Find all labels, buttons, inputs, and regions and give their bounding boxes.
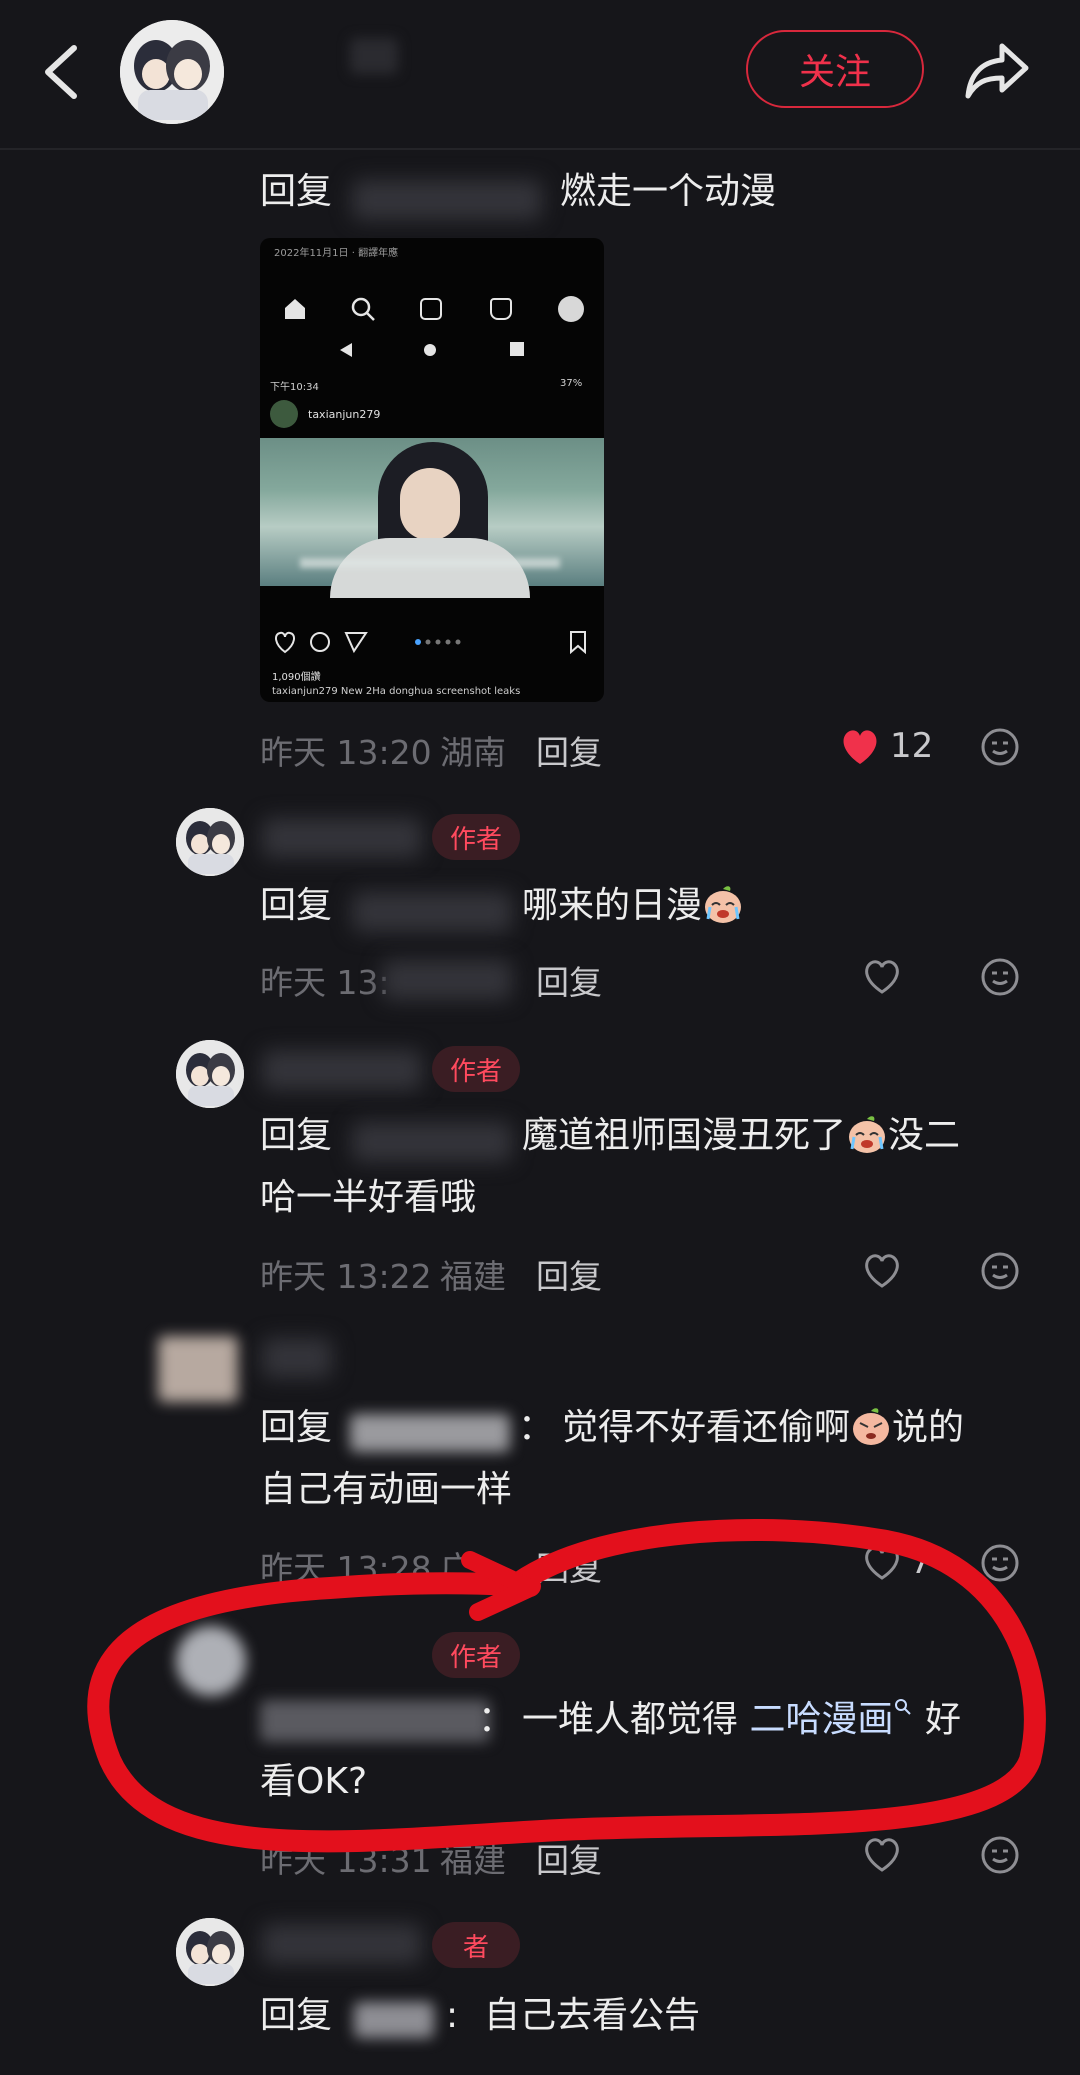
home-icon [285, 299, 305, 319]
heart-outline-icon[interactable] [860, 1542, 904, 1582]
comment-4-like-count: 7 [910, 1542, 932, 1582]
profile-mini-icon [558, 296, 584, 322]
comment-2-text: 哪来的日漫 [522, 882, 744, 930]
comment-5-location: 福建 [440, 1841, 506, 1880]
comment-5-author-badge: 作者 [432, 1632, 520, 1678]
comment-4-text-line1: 觉得不好看还偷啊 说的 [562, 1407, 965, 1448]
image-heart-icon [275, 631, 295, 654]
image-status-time: 下午10:34 [270, 382, 319, 393]
image-status-right: 37% [560, 378, 583, 389]
comment-3-mention-blurred [352, 1122, 512, 1162]
comment-3-username-blurred [262, 1050, 422, 1090]
comment-1-time: 昨天 13:20 [260, 733, 432, 772]
comment-4-username-blurred [262, 1338, 332, 1378]
profile-avatar[interactable] [120, 20, 224, 124]
comment-4-location: 广 [440, 1549, 473, 1588]
angry-peach-emoji-icon [853, 1408, 890, 1445]
image-comment-icon [310, 632, 330, 652]
heart-outline-icon[interactable] [860, 1834, 904, 1874]
search-icon [351, 297, 375, 321]
comment-1-reply-button[interactable]: 回复 [536, 726, 602, 774]
comment-4-reply-prefix: 回复 [260, 1407, 333, 1448]
avatar-art [120, 20, 224, 124]
comment-2-time: 昨天 13: [260, 963, 390, 1002]
heart-filled-icon[interactable] [838, 726, 882, 766]
comment-2-reply-prefix: 回复 [260, 885, 333, 926]
emoji-icon[interactable] [980, 727, 1020, 767]
comment-6-reply-prefix: 回复 [260, 1995, 333, 2036]
image-username: taxianjun279 [308, 408, 381, 421]
image-carousel-dots [415, 639, 461, 645]
comment-6-text: 自己去看公告 [484, 1995, 701, 2036]
crying-emoji-icon [849, 1116, 886, 1153]
image-date-caption: 2022年11月1日 · 翻譯年應 [274, 248, 399, 259]
comment-2-username-blurred [262, 818, 422, 858]
nav-home-dot-icon [424, 344, 436, 356]
crying-emoji-icon [705, 886, 742, 923]
comment-6-avatar[interactable] [176, 1918, 244, 1986]
comment-4-avatar-blurred[interactable] [158, 1336, 238, 1402]
image-bookmark-icon [570, 631, 586, 654]
comment-3-text-line1: 魔道祖师国漫丑死了 没二 [522, 1115, 961, 1156]
comment-4-colon: ： [518, 1407, 555, 1448]
image-caption: taxianjun279 New 2Ha donghua screenshot … [272, 686, 521, 697]
image-like-count: 1,090個讚 [272, 672, 321, 683]
back-arrow-icon[interactable] [36, 40, 86, 104]
comment-5-text-line1: 一堆人都觉得 二哈漫画 好 [522, 1697, 961, 1740]
comment-6-mention-blurred [354, 2002, 434, 2038]
emoji-icon[interactable] [980, 1543, 1020, 1583]
heart-outline-icon[interactable] [860, 1250, 904, 1290]
add-post-icon [420, 298, 442, 320]
comic-link[interactable]: 二哈漫画 [749, 1699, 893, 1740]
comment-1-location: 湖南 [440, 733, 506, 772]
comment-6-author-badge: 者 [432, 1922, 520, 1968]
nav-recent-icon [510, 342, 524, 356]
comment-3-text-line2: 哈一半好看哦 [260, 1177, 477, 1218]
comment-6-colon: : [446, 1995, 459, 2036]
comment-5-avatar-blurred[interactable] [176, 1626, 246, 1696]
comment-3-location: 福建 [440, 1257, 506, 1296]
comment-1-like-count: 12 [890, 726, 934, 766]
emoji-icon[interactable] [980, 1251, 1020, 1291]
share-icon[interactable] [962, 38, 1032, 102]
search-icon[interactable] [893, 1697, 913, 1717]
comment-1-mention-blurred [352, 180, 542, 220]
comment-4-mention-blurred [350, 1414, 510, 1452]
comment-2-reply-button[interactable]: 回复 [536, 956, 602, 1004]
comment-5-text-line2: 看OK? [260, 1761, 368, 1802]
comment-5-mention-blurred [260, 1700, 490, 1742]
comment-5-colon: ： [478, 1699, 515, 1740]
comment-2-mention-blurred [352, 892, 512, 932]
comment-3-time: 昨天 13:22 [260, 1257, 432, 1296]
comment-1-text: 燃走一个动漫 [560, 171, 777, 212]
top-bar: 关注 [0, 0, 1080, 150]
image-user-avatar [270, 400, 298, 428]
comment-5-time: 昨天 13:31 [260, 1841, 432, 1880]
profile-name-blurred [350, 38, 398, 74]
comment-3-avatar[interactable] [176, 1040, 244, 1108]
follow-button[interactable]: 关注 [746, 30, 924, 108]
comment-2-avatar[interactable] [176, 808, 244, 876]
comment-1-image[interactable]: 2022年11月1日 · 翻譯年應 下午10:34 37% taxianjun2… [260, 238, 604, 702]
heart-outline-icon[interactable] [860, 956, 904, 996]
image-send-icon [344, 632, 368, 654]
comment-6-username-blurred [262, 1924, 422, 1964]
emoji-icon[interactable] [980, 957, 1020, 997]
image-anime-still [260, 438, 604, 598]
comment-2-author-badge: 作者 [432, 814, 520, 860]
comment-3-reply-button[interactable]: 回复 [536, 1250, 602, 1298]
comment-5-reply-button[interactable]: 回复 [536, 1834, 602, 1882]
comment-3-reply-prefix: 回复 [260, 1115, 333, 1156]
nav-back-icon [340, 343, 352, 357]
shop-icon [490, 298, 512, 320]
comment-1-reply-prefix: 回复 [260, 171, 333, 212]
comment-3-author-badge: 作者 [432, 1046, 520, 1092]
comment-4-time: 昨天 13:28 [260, 1549, 432, 1588]
comment-2-time-blurred [382, 960, 512, 1000]
comment-4-text-line2: 自己有动画一样 [260, 1469, 513, 1510]
emoji-icon[interactable] [980, 1835, 1020, 1875]
comment-4-reply-button[interactable]: 回复 [536, 1542, 602, 1590]
